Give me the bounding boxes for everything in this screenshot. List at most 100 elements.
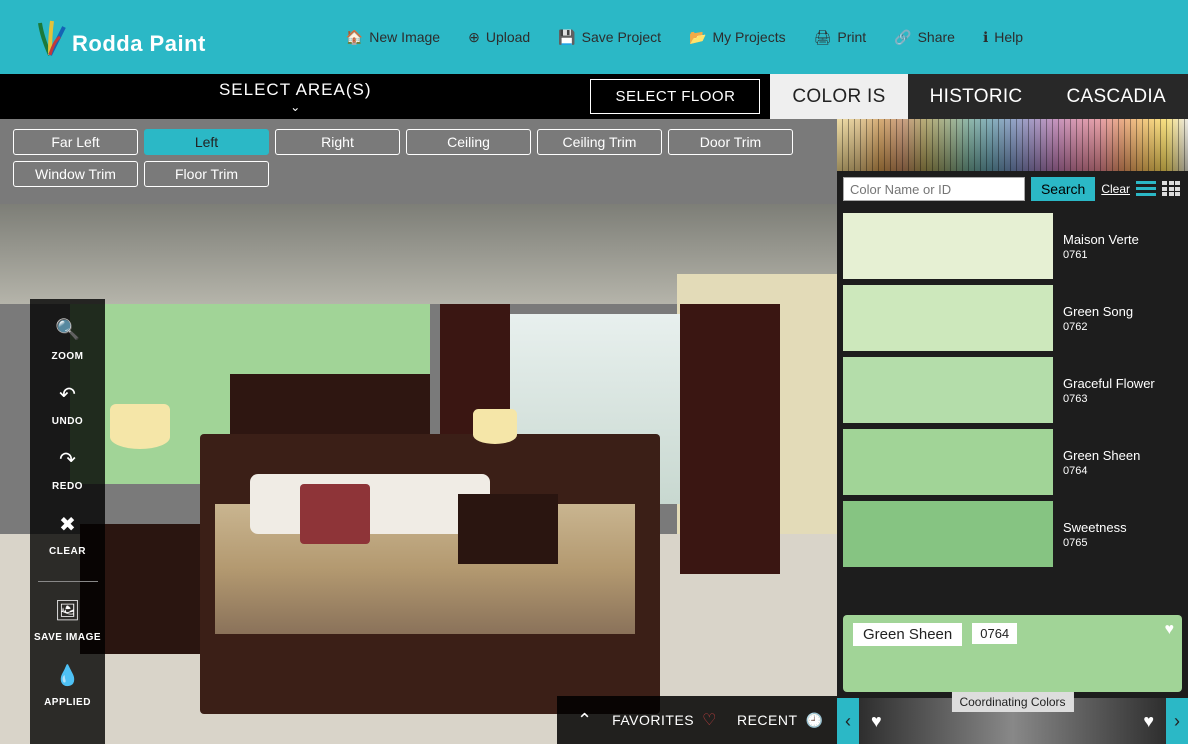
scene-nightstand-right xyxy=(458,494,558,564)
area-door-trim[interactable]: Door Trim xyxy=(668,129,793,155)
color-info: Green Song 0762 xyxy=(1063,304,1133,333)
area-left[interactable]: Left xyxy=(144,129,269,155)
clear-link[interactable]: Clear xyxy=(1101,182,1130,196)
menu-print[interactable]: 🖨Print xyxy=(814,29,867,46)
select-area-dropdown[interactable]: SELECT AREA(S) ⌄ xyxy=(0,80,590,114)
tool-clear[interactable]: ✖CLEAR xyxy=(49,512,86,559)
tool-applied[interactable]: 💧 APPLIED xyxy=(44,663,91,710)
tool-zoom[interactable]: 🔍 ZOOM xyxy=(52,317,84,364)
area-window-trim[interactable]: Window Trim xyxy=(13,161,138,187)
print-icon: 🖨 xyxy=(814,29,832,46)
menu-help[interactable]: ℹHelp xyxy=(983,29,1023,46)
color-swatch-row[interactable]: Sweetness0765 xyxy=(843,501,1180,567)
color-info: Sweetness0765 xyxy=(1063,520,1127,549)
droplet-icon: 💧 xyxy=(44,663,91,688)
tab-historic[interactable]: HISTORIC xyxy=(908,74,1045,119)
tool-label: APPLIED xyxy=(44,697,91,708)
scene-curtain-right xyxy=(680,304,780,574)
color-search-input[interactable] xyxy=(843,177,1025,201)
area-right[interactable]: Right xyxy=(275,129,400,155)
tab-color-is[interactable]: COLOR IS xyxy=(770,74,907,119)
tool-label: UNDO xyxy=(52,416,83,427)
color-info: Graceful Flower 0763 xyxy=(1063,376,1155,405)
brand-name: Rodda Paint xyxy=(72,31,206,57)
color-name: Graceful Flower xyxy=(1063,376,1155,391)
tool-save-image[interactable]: 🖼SAVE IMAGE xyxy=(34,598,101,645)
area-floor-trim[interactable]: Floor Trim xyxy=(144,161,269,187)
tool-panel: 🔍 ZOOM ↶ UNDO ↷REDO ✖CLEAR 🖼SAVE IMAGE 💧 AP… xyxy=(30,299,105,744)
upload-icon: ⊕ xyxy=(468,29,480,46)
favorites-toggle[interactable]: FAVORITES ♡ xyxy=(612,710,717,730)
color-swatch-row[interactable]: Green Sheen 0764 xyxy=(843,429,1180,495)
menu-save-project[interactable]: 💾Save Project xyxy=(558,29,661,46)
zoom-in-icon: 🔍 xyxy=(52,317,84,342)
recent-toggle[interactable]: RECENT 🕘 xyxy=(737,712,824,729)
home-icon: 🏠 xyxy=(346,29,363,46)
share-icon: 🔗 xyxy=(894,29,911,46)
color-id: 0762 xyxy=(1063,321,1133,333)
color-swatch xyxy=(843,213,1053,279)
heart-icon[interactable]: ♥ xyxy=(871,711,882,732)
menu-label: Share xyxy=(918,29,955,45)
select-area-title: SELECT AREA(S) xyxy=(219,80,372,99)
color-swatch-row[interactable]: Maison Verte 0761 xyxy=(843,213,1180,279)
heart-icon[interactable]: ♥ xyxy=(1143,711,1154,732)
app-header: Rodda Paint 🏠 New Image ⊕ Upload 💾Save Pro… xyxy=(0,0,1188,74)
undo-icon: ↶ xyxy=(52,382,83,407)
spectrum-picker[interactable] xyxy=(837,119,1188,171)
menu-my-projects[interactable]: 📂My Projects xyxy=(689,29,786,46)
color-name: Green Song xyxy=(1063,304,1133,319)
selected-color-name: Green Sheen xyxy=(853,623,962,646)
color-list[interactable]: Maison Verte 0761 Green Song 0762 Graceful… xyxy=(837,207,1188,609)
tool-redo[interactable]: ↷REDO xyxy=(52,447,83,494)
color-info: Green Sheen 0764 xyxy=(1063,448,1140,477)
room-preview[interactable] xyxy=(0,204,837,744)
menu-share[interactable]: 🔗 Share xyxy=(894,29,955,46)
color-id: 0761 xyxy=(1063,249,1139,261)
tab-cascadia[interactable]: CASCADIA xyxy=(1044,74,1188,119)
secondary-bar: SELECT AREA(S) ⌄ SELECT FLOOR COLOR IS H… xyxy=(0,74,1188,119)
menu-upload[interactable]: ⊕ Upload xyxy=(468,29,530,46)
favorite-heart-icon[interactable]: ♥ xyxy=(1165,621,1175,639)
area-ceiling-trim[interactable]: Ceiling Trim xyxy=(537,129,662,155)
menu-label: New Image xyxy=(369,29,440,45)
color-swatch xyxy=(843,357,1053,423)
tool-separator xyxy=(38,581,98,582)
menu-new-image[interactable]: 🏠 New Image xyxy=(346,29,440,46)
coord-prev-button[interactable]: ‹ xyxy=(837,698,859,744)
scene-lamp-right xyxy=(465,409,525,499)
list-view-icon[interactable] xyxy=(1136,181,1156,197)
search-button[interactable]: Search xyxy=(1031,177,1095,201)
select-floor-button[interactable]: SELECT FLOOR xyxy=(590,79,760,114)
view-toggles xyxy=(1136,181,1182,197)
grid-view-icon[interactable] xyxy=(1162,181,1182,197)
coord-label: Coordinating Colors xyxy=(951,692,1073,712)
area-ceiling[interactable]: Ceiling xyxy=(406,129,531,155)
scene-lamp-left xyxy=(100,404,180,524)
area-far-left[interactable]: Far Left xyxy=(13,129,138,155)
color-swatch-row[interactable]: Graceful Flower 0763 xyxy=(843,357,1180,423)
recent-label: RECENT xyxy=(737,712,798,728)
brand-logo: Rodda Paint xyxy=(30,17,206,57)
color-id: 0764 xyxy=(1063,465,1140,477)
scene-pillow-accent xyxy=(300,484,370,544)
tool-label: ZOOM xyxy=(52,351,84,362)
coord-next-button[interactable]: › xyxy=(1166,698,1188,744)
coord-strip[interactable]: ♥ Coordinating Colors ♥ xyxy=(859,698,1166,744)
color-name: Sweetness xyxy=(1063,520,1127,535)
tool-label: SAVE IMAGE xyxy=(34,632,101,643)
menu-label: Upload xyxy=(486,29,530,45)
tool-label: CLEAR xyxy=(49,546,86,557)
chevron-up-icon[interactable]: ⌃ xyxy=(577,710,592,731)
menu-label: Help xyxy=(994,29,1023,45)
color-name: Green Sheen xyxy=(1063,448,1140,463)
search-row: Search Clear xyxy=(837,171,1188,207)
color-id: 0763 xyxy=(1063,393,1155,405)
color-swatch-row[interactable]: Green Song 0762 xyxy=(843,285,1180,351)
color-name: Maison Verte xyxy=(1063,232,1139,247)
menu-label: Save Project xyxy=(582,29,661,45)
canvas-area: Far Left Left Right Ceiling Ceiling Trim… xyxy=(0,119,837,744)
tool-undo[interactable]: ↶ UNDO xyxy=(52,382,83,429)
selected-swatch[interactable]: Green Sheen 0764 ♥ xyxy=(843,615,1182,692)
coordinating-colors: ‹ ♥ Coordinating Colors ♥ › xyxy=(837,698,1188,744)
